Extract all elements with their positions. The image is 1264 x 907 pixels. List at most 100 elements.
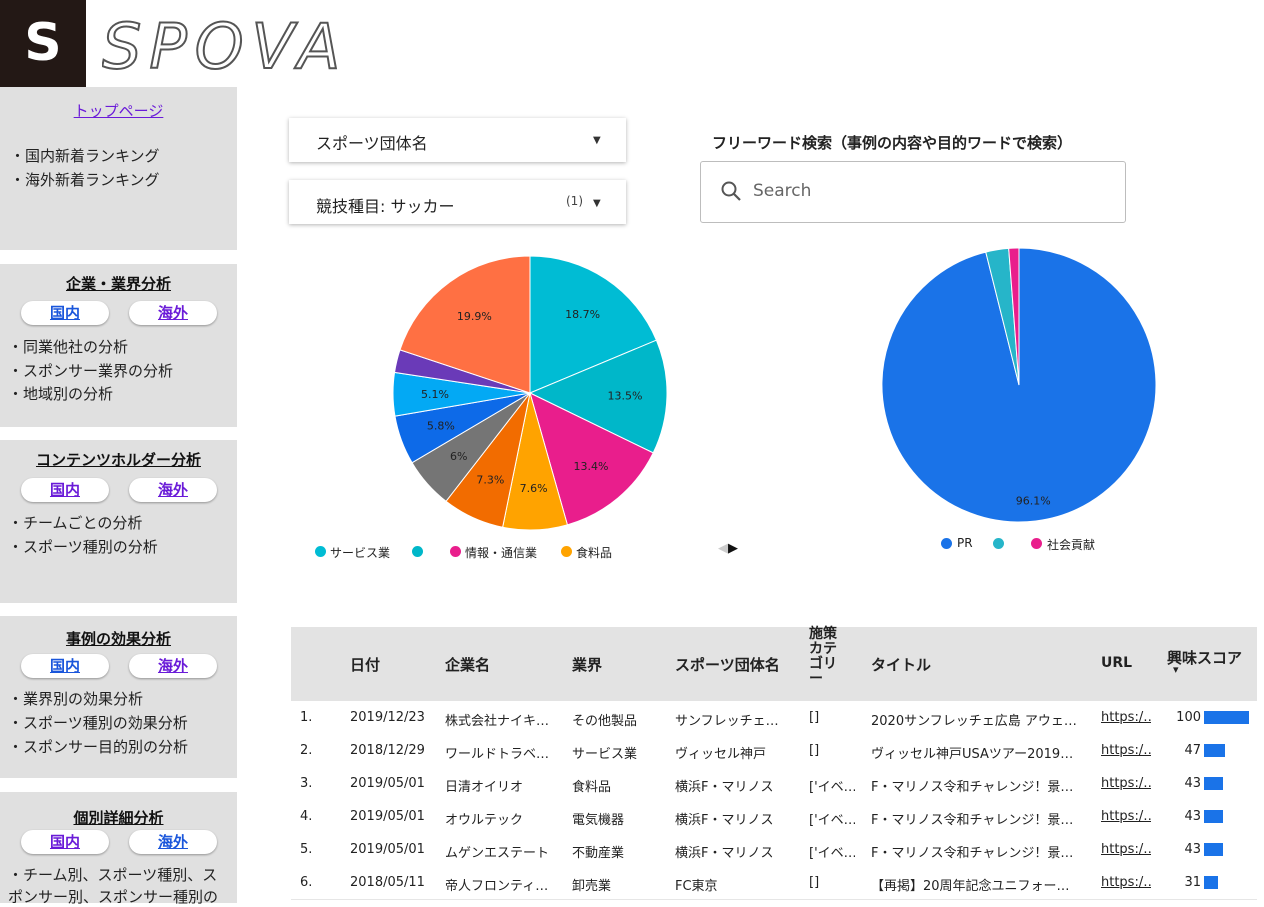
overseas-button[interactable]: 海外 (129, 654, 217, 678)
url-cell[interactable]: https:/… (1101, 875, 1151, 890)
sidebar-item[interactable]: ・スポンサー業界の分析 (8, 360, 173, 381)
header-industry[interactable]: 業界 (572, 654, 602, 675)
table-row[interactable]: 3. 2019/05/01 日清オイリオ 食料品 横浜F・マリノス ['イベ… F・マリノス… (291, 767, 1257, 801)
score-bar (1204, 876, 1218, 889)
sidebar-item[interactable]: ・スポーツ種別の効果分析 (8, 712, 188, 733)
legend-marker (450, 546, 461, 557)
score-value: 47 (1184, 743, 1201, 758)
overseas-button[interactable]: 海外 (129, 301, 217, 325)
header-category[interactable]: 施策カテゴリー (809, 627, 843, 687)
ranking-domestic-item[interactable]: ・国内新着ランキング (10, 145, 160, 166)
score-bar (1204, 843, 1223, 856)
org-dropdown[interactable]: スポーツ団体名 ▼ (289, 118, 626, 162)
date-cell: 2019/05/01 (350, 776, 425, 791)
sport-dropdown[interactable]: 競技種目: サッカー (1) ▼ (289, 180, 626, 224)
header-title[interactable]: タイトル (871, 654, 931, 675)
url-cell[interactable]: https:/… (1101, 842, 1151, 857)
company-cell: ムゲンエステート (445, 846, 550, 861)
date-cell: 2018/12/29 (350, 743, 425, 758)
score-value: 100 (1176, 710, 1201, 725)
domestic-button[interactable]: 国内 (21, 830, 109, 854)
title-cell: F・マリノス令和チャレンジ！景… (871, 780, 1074, 795)
legend-prev-icon[interactable]: ◀ (718, 541, 728, 556)
industry-cell: 卸売業 (572, 879, 612, 894)
search-icon (721, 181, 741, 201)
logo-wordmark: SPOVA (102, 9, 348, 78)
header-org[interactable]: スポーツ団体名 (675, 654, 780, 675)
sport-dropdown-label: 競技種目: サッカー (316, 197, 455, 216)
sidebar-item[interactable]: ・スポンサー目的別の分析 (8, 736, 188, 757)
sidebar-item[interactable]: ・スポーツ種別の分析 (8, 536, 158, 557)
sidebar-item[interactable]: ・地域別の分析 (8, 383, 113, 404)
category-cell: ['イベ… (809, 846, 855, 861)
url-cell[interactable]: https:/… (1101, 743, 1151, 758)
domestic-button[interactable]: 国内 (21, 301, 109, 325)
org-cell: 横浜F・マリノス (675, 813, 774, 828)
top-page-link[interactable]: トップページ (0, 100, 237, 121)
title-cell: 【再掲】20周年記念ユニフォー… (871, 879, 1070, 894)
table-row[interactable]: 5. 2019/05/01 ムゲンエステート 不動産業 横浜F・マリノス ['イベ… F・マ… (291, 833, 1257, 867)
category-cell: [] (809, 743, 820, 758)
legend-label: 食料品 (576, 546, 613, 560)
category-cell: ['イベ… (809, 813, 855, 828)
overseas-button[interactable]: 海外 (129, 478, 217, 502)
category-cell: [] (809, 710, 820, 725)
url-cell[interactable]: https:/… (1101, 710, 1151, 725)
date-cell: 2018/05/11 (350, 875, 425, 890)
legend-marker (561, 546, 572, 557)
legend-marker (941, 538, 952, 549)
org-dropdown-label: スポーツ団体名 (316, 134, 428, 153)
header-url[interactable]: URL (1101, 655, 1132, 671)
section-title-company-industry: 企業・業界分析 (65, 275, 171, 293)
dropdown-caret-icon: ▼ (593, 198, 601, 209)
org-cell: サンフレッチェ… (675, 714, 779, 729)
category-cell: [] (809, 875, 820, 890)
company-cell: 帝人フロンティ… (445, 879, 549, 894)
legend-label: 情報・通信業 (465, 546, 538, 560)
legend-label: 社会貢献 (1047, 538, 1096, 552)
pie-slice-label: 7.3% (476, 473, 504, 486)
date-cell: 2019/05/01 (350, 842, 425, 857)
overseas-button[interactable]: 海外 (129, 830, 217, 854)
sidebar-item[interactable]: ・同業他社の分析 (8, 336, 128, 357)
table-row[interactable]: 6. 2018/05/11 帝人フロンティ… 卸売業 FC東京 [] 【再掲】20周年記念ユ… (291, 866, 1257, 900)
sidebar-item[interactable]: ・チーム別、スポーツ種別、ス (8, 864, 217, 885)
domestic-button[interactable]: 国内 (21, 654, 109, 678)
sidebar-item[interactable]: ・業界別の効果分析 (8, 688, 143, 709)
legend-marker (993, 538, 1004, 549)
company-cell: 日清オイリオ (445, 780, 524, 795)
section-title-content-holder: コンテンツホルダー分析 (35, 451, 201, 469)
table-row[interactable]: 1. 2019/12/23 株式会社ナイキ… その他製品 サンフレッチェ… [] 2020サ… (291, 701, 1257, 735)
legend-next-icon[interactable]: ▶ (728, 541, 738, 556)
industry-cell: その他製品 (572, 714, 638, 729)
row-number: 4. (300, 809, 313, 824)
row-number: 2. (300, 743, 313, 758)
score-bar (1204, 777, 1223, 790)
section-title-effect: 事例の効果分析 (65, 630, 171, 648)
header-date[interactable]: 日付 (350, 654, 380, 675)
score-bar (1204, 810, 1223, 823)
header-company[interactable]: 企業名 (445, 654, 490, 675)
sidebar-item[interactable]: ポンサー別、スポンサー種別の (8, 886, 218, 907)
category-cell: ['イベ… (809, 780, 855, 795)
title-cell: ヴィッセル神戸USAツアー2019… (871, 747, 1074, 762)
legend-pager-arrows[interactable]: ◀▶ (718, 541, 738, 556)
legend-label: サービス業 (330, 546, 391, 560)
score-value: 31 (1184, 875, 1201, 890)
legend-marker (315, 546, 326, 557)
title-cell: F・マリノス令和チャレンジ！景… (871, 846, 1074, 861)
table-row[interactable]: 4. 2019/05/01 オウルテック 電気機器 横浜F・マリノス ['イベ… F・マリノ… (291, 800, 1257, 834)
logo-wordmark-text: SPOVA (102, 10, 348, 78)
purpose-pie-chart: 96.1% (881, 247, 1157, 523)
table-header: 日付 企業名 業界 スポーツ団体名 施策カテゴリー タイトル URL 興味スコア… (291, 627, 1257, 701)
ranking-overseas-item[interactable]: ・海外新着ランキング (10, 169, 160, 190)
sort-desc-icon[interactable]: ▾ (1173, 663, 1179, 676)
pie-slice-label: 7.6% (520, 482, 548, 495)
sidebar-item[interactable]: ・チームごとの分析 (8, 512, 142, 533)
domestic-button[interactable]: 国内 (21, 478, 109, 502)
row-number: 1. (300, 710, 313, 725)
org-cell: ヴィッセル神戸 (675, 747, 767, 762)
url-cell[interactable]: https:/… (1101, 809, 1151, 824)
url-cell[interactable]: https:/… (1101, 776, 1151, 791)
table-row[interactable]: 2. 2018/12/29 ワールドトラベ… サービス業 ヴィッセル神戸 [] ヴィッセル神… (291, 734, 1257, 768)
